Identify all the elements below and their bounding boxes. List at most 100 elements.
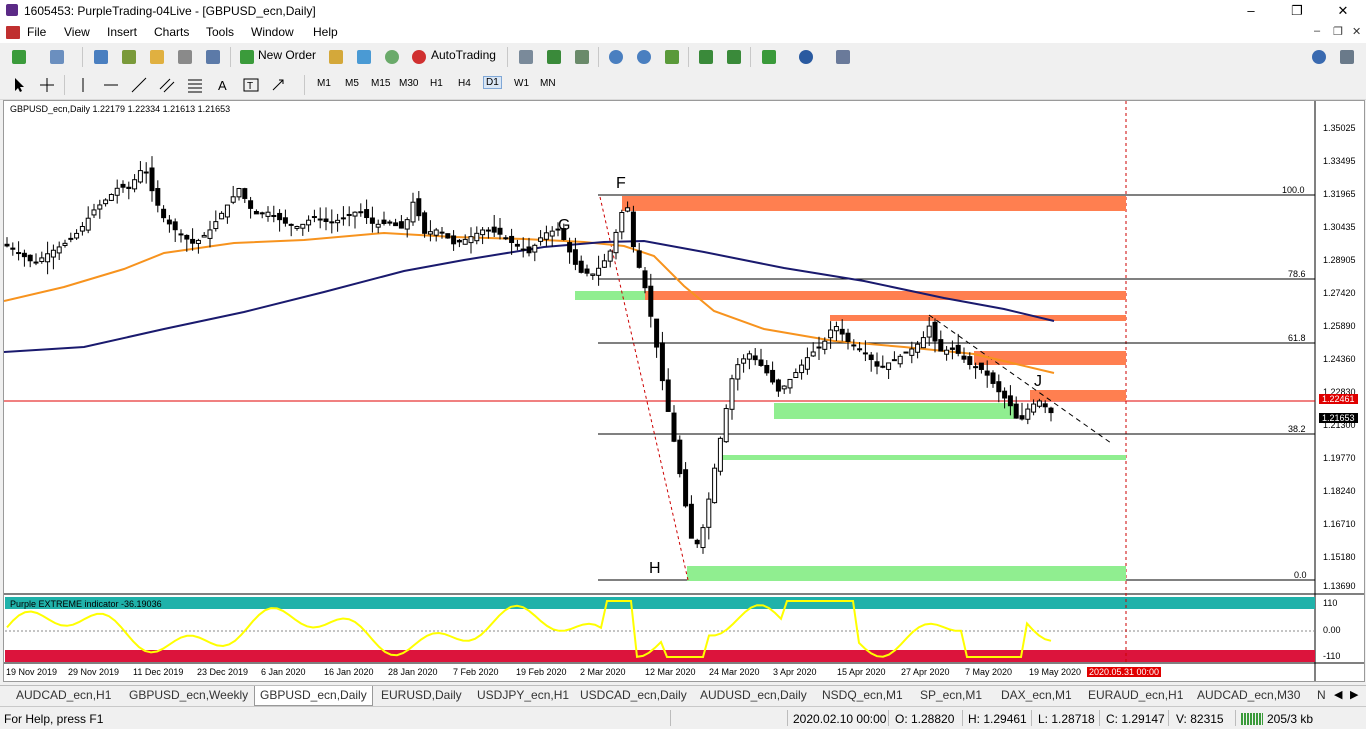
data-window-button[interactable] [118, 47, 140, 67]
trendline-tool[interactable] [128, 75, 150, 95]
mdi-close-button[interactable]: ✕ [1352, 25, 1361, 38]
search-icon[interactable] [1308, 47, 1330, 67]
terminal-button[interactable] [174, 47, 196, 67]
menu-charts[interactable]: Charts [154, 25, 189, 39]
menu-window[interactable]: Window [251, 25, 294, 39]
label-h: H [649, 560, 661, 577]
candle-body [729, 378, 735, 410]
line-chart-button[interactable] [571, 47, 593, 67]
new-order-button[interactable]: New Order [258, 48, 316, 62]
tab-scroll-left-icon[interactable]: ◀ [1334, 688, 1342, 701]
tab-sp-m1[interactable]: SP_ecn,M1 [920, 688, 982, 702]
tab-audcad-h1[interactable]: AUDCAD_ecn,H1 [16, 688, 111, 702]
support-zone [687, 566, 1126, 581]
timeframe-h4[interactable]: H4 [458, 78, 471, 89]
menu-insert[interactable]: Insert [107, 25, 137, 39]
new-chart-button[interactable] [8, 47, 30, 67]
timeframe-m5[interactable]: M5 [345, 78, 359, 89]
mdi-minimize-button[interactable]: – [1314, 25, 1320, 37]
market-watch-button[interactable] [90, 47, 112, 67]
tab-overflow[interactable]: N [1317, 688, 1326, 702]
tab-usdcad-daily[interactable]: USDCAD_ecn,Daily [580, 688, 687, 702]
timeframe-w1[interactable]: W1 [514, 78, 529, 89]
tab-audusd-daily[interactable]: AUDUSD_ecn,Daily [700, 688, 807, 702]
fibonacci-tool[interactable] [184, 75, 206, 95]
tile-windows-button[interactable] [661, 47, 683, 67]
candle-body [746, 353, 752, 360]
autotrading-button[interactable]: AutoTrading [431, 48, 496, 62]
candle-body [68, 237, 74, 240]
candle-body [868, 354, 874, 361]
maximize-button[interactable]: ❐ [1274, 0, 1320, 22]
tab-audcad-m30[interactable]: AUDCAD_ecn,M30 [1197, 688, 1300, 702]
signals-button[interactable] [381, 47, 403, 67]
timeframe-m1[interactable]: M1 [317, 78, 331, 89]
candlestick-button[interactable] [543, 47, 565, 67]
timeframe-m15[interactable]: M15 [371, 78, 390, 89]
mdi-restore-button[interactable]: ❐ [1333, 25, 1343, 38]
menu-view[interactable]: View [64, 25, 90, 39]
vertical-line-tool[interactable] [72, 75, 94, 95]
candle-body [282, 217, 288, 224]
horizontal-line-tool[interactable] [100, 75, 122, 95]
chart-window[interactable]: GBPUSD_ecn,Daily 1.22179 1.22334 1.21613… [3, 100, 1365, 682]
experts-button[interactable] [353, 47, 375, 67]
menu-file[interactable]: File [27, 25, 46, 39]
candle-body [369, 217, 375, 224]
candle-body [1019, 415, 1025, 420]
equidistant-channel-tool[interactable] [156, 75, 178, 95]
tab-nsdq-m1[interactable]: NSDQ_ecn,M1 [822, 688, 903, 702]
minimize-button[interactable]: – [1228, 0, 1274, 22]
timeframe-h1[interactable]: H1 [430, 78, 443, 89]
tab-usdjpy-h1[interactable]: USDJPY_ecn,H1 [477, 688, 569, 702]
candle-body [132, 179, 138, 190]
arrows-tool[interactable] [268, 75, 290, 95]
candle-body [50, 249, 56, 258]
navigator-button[interactable] [146, 47, 168, 67]
tab-dax-m1[interactable]: DAX_ecn,M1 [1001, 688, 1072, 702]
cursor-tool[interactable] [8, 75, 30, 95]
chart-window-icon[interactable] [6, 26, 20, 39]
metaeditor-button[interactable] [325, 47, 347, 67]
new-order-icon[interactable] [236, 47, 258, 67]
indicators-button[interactable] [758, 47, 780, 67]
candle-body [891, 359, 897, 362]
tab-gbpusd-daily[interactable]: GBPUSD_ecn,Daily [254, 686, 373, 706]
crosshair-tool[interactable] [36, 75, 58, 95]
timeframe-mn[interactable]: MN [540, 78, 556, 89]
profiles-button[interactable] [46, 47, 68, 67]
text-tool[interactable]: A [212, 75, 234, 95]
autotrading-icon[interactable] [408, 47, 430, 67]
label-g: G [558, 217, 571, 234]
price-tick: 1.28905 [1323, 255, 1356, 265]
tab-scroll-right-icon[interactable]: ▶ [1350, 688, 1358, 701]
price-tick: 1.27420 [1323, 288, 1356, 298]
price-chart[interactable] [4, 101, 1364, 681]
tab-euraud-h1[interactable]: EURAUD_ecn,H1 [1088, 688, 1183, 702]
app-icon [6, 4, 18, 16]
chat-icon[interactable] [1336, 47, 1358, 67]
svg-text:A: A [218, 78, 227, 93]
timeframe-m30[interactable]: M30 [399, 78, 418, 89]
menu-tools[interactable]: Tools [206, 25, 234, 39]
zoom-in-button[interactable] [605, 47, 627, 67]
close-button[interactable]: ✕ [1320, 0, 1366, 22]
templates-button[interactable] [832, 47, 854, 67]
bar-chart-button[interactable] [515, 47, 537, 67]
candle-body [764, 364, 770, 374]
zoom-out-button[interactable] [633, 47, 655, 67]
date-tick: 24 Mar 2020 [709, 667, 760, 677]
candle-body [897, 355, 903, 365]
candle-body [526, 246, 532, 254]
candle-body [1002, 390, 1008, 399]
periods-button[interactable] [795, 47, 817, 67]
tab-eurusd-daily[interactable]: EURUSD,Daily [381, 688, 462, 702]
timeframe-d1[interactable]: D1 [483, 76, 502, 89]
text-label-tool[interactable]: T [240, 75, 262, 95]
candle-body [56, 246, 62, 254]
chart-shift-button[interactable] [695, 47, 717, 67]
tab-gbpusd-weekly[interactable]: GBPUSD_ecn,Weekly [129, 688, 248, 702]
autoscroll-button[interactable] [723, 47, 745, 67]
strategy-tester-button[interactable] [202, 47, 224, 67]
menu-help[interactable]: Help [313, 25, 338, 39]
